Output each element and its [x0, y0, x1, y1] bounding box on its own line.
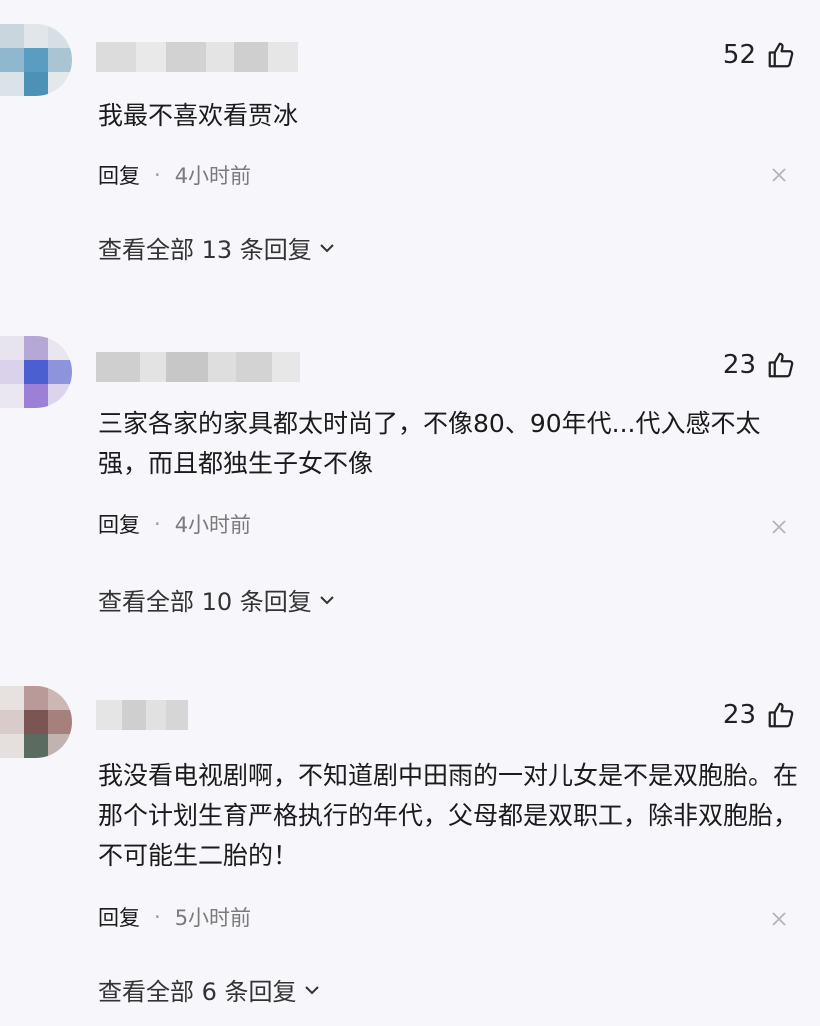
separator-dot: · — [154, 163, 161, 187]
view-all-replies-link[interactable]: 查看全部 13 条回复 — [98, 230, 336, 265]
view-all-replies-link[interactable]: 查看全部 10 条回复 — [98, 582, 336, 617]
chevron-down-icon — [320, 595, 334, 604]
view-replies-label: 查看全部 6 条回复 — [98, 978, 297, 1006]
like-count: 23 — [722, 700, 756, 730]
close-icon[interactable] — [770, 166, 788, 184]
view-replies-label: 查看全部 13 条回复 — [98, 236, 312, 264]
timestamp: 5小时前 — [174, 906, 252, 930]
reply-button[interactable]: 回复 — [98, 902, 140, 932]
timestamp: 4小时前 — [174, 164, 252, 188]
username-blurred[interactable] — [96, 352, 300, 382]
thumbs-up-icon[interactable] — [766, 700, 796, 730]
comment-meta: 回复 · 4小时前 — [98, 509, 251, 539]
avatar[interactable] — [0, 336, 72, 408]
chevron-down-icon — [320, 243, 334, 252]
avatar[interactable] — [0, 24, 72, 96]
comment-text: 我没看电视剧啊，不知道剧中田雨的一对儿女是不是双胞胎。在那个计划生育严格执行的年… — [98, 761, 799, 870]
view-all-replies-link[interactable]: 查看全部 6 条回复 — [98, 972, 321, 1007]
close-icon[interactable] — [770, 518, 788, 536]
username-blurred[interactable] — [96, 42, 298, 72]
avatar[interactable] — [0, 686, 72, 758]
reply-button[interactable]: 回复 — [98, 160, 140, 190]
like-count: 23 — [722, 350, 756, 380]
like-group[interactable]: 52 — [723, 40, 796, 70]
thumbs-up-icon[interactable] — [766, 350, 796, 380]
comment-text: 三家各家的家具都太时尚了，不像80、90年代...代入感不太强，而且都独生子女不… — [98, 409, 761, 478]
chevron-down-icon — [304, 985, 319, 994]
like-group[interactable]: 23 — [723, 700, 796, 730]
separator-dot: · — [154, 512, 161, 536]
thumbs-up-icon[interactable] — [766, 40, 796, 70]
comment-meta: 回复 · 5小时前 — [98, 902, 251, 932]
comment-meta: 回复 · 4小时前 — [98, 160, 251, 190]
separator-dot: · — [154, 905, 161, 929]
like-count: 52 — [722, 40, 756, 70]
timestamp: 4小时前 — [174, 513, 252, 537]
reply-button[interactable]: 回复 — [98, 509, 140, 539]
view-replies-label: 查看全部 10 条回复 — [98, 588, 312, 616]
username-blurred[interactable] — [96, 700, 188, 730]
close-icon[interactable] — [770, 910, 788, 928]
comment-text: 我最不喜欢看贾冰 — [98, 101, 299, 130]
like-group[interactable]: 23 — [723, 350, 796, 380]
